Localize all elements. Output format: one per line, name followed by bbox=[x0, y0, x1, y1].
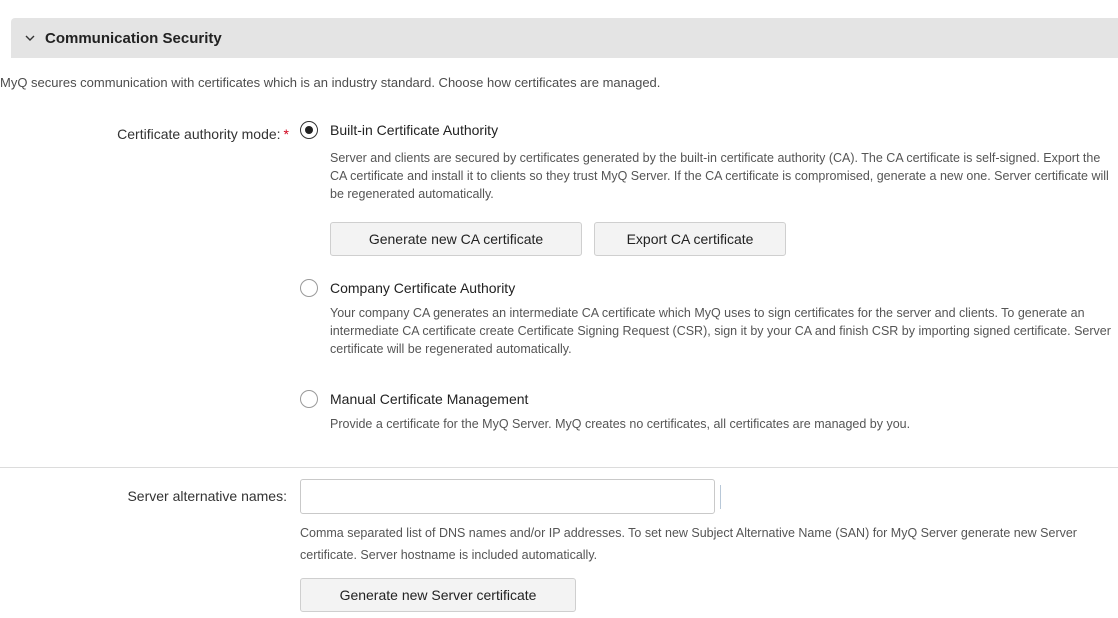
company-description: Your company CA generates an intermediat… bbox=[330, 306, 1111, 356]
section-title: Communication Security bbox=[45, 29, 222, 47]
radio-label-company: Company Certificate Authority bbox=[330, 280, 516, 296]
chevron-down-icon bbox=[25, 32, 37, 44]
radio-company[interactable] bbox=[300, 279, 318, 297]
radio-builtin[interactable] bbox=[300, 121, 318, 139]
radio-label-builtin: Built-in Certificate Authority bbox=[330, 122, 499, 138]
san-description: Comma separated list of DNS names and/or… bbox=[300, 526, 1077, 562]
radio-manual[interactable] bbox=[300, 390, 318, 408]
generate-server-certificate-button[interactable]: Generate new Server certificate bbox=[300, 578, 576, 612]
server-alternative-names-label: Server alternative names: bbox=[127, 488, 287, 504]
radio-label-manual: Manual Certificate Management bbox=[330, 391, 529, 407]
export-ca-certificate-button[interactable]: Export CA certificate bbox=[594, 222, 786, 256]
section-divider bbox=[0, 467, 1118, 468]
manual-description: Provide a certificate for the MyQ Server… bbox=[330, 417, 911, 431]
builtin-description: Server and clients are secured by certif… bbox=[330, 151, 1109, 201]
input-resize-edge bbox=[720, 485, 721, 509]
server-alternative-names-input[interactable] bbox=[300, 479, 715, 514]
radio-option-builtin[interactable]: Built-in Certificate Authority bbox=[300, 121, 498, 139]
generate-ca-certificate-button[interactable]: Generate new CA certificate bbox=[330, 222, 582, 256]
radio-option-company[interactable]: Company Certificate Authority bbox=[300, 279, 515, 297]
radio-option-manual[interactable]: Manual Certificate Management bbox=[300, 390, 528, 408]
section-header-communication-security[interactable]: Communication Security bbox=[11, 18, 1118, 58]
ca-mode-label: Certificate authority mode: * bbox=[117, 126, 289, 142]
section-intro-text: MyQ secures communication with certifica… bbox=[0, 75, 661, 90]
required-mark: * bbox=[283, 126, 289, 142]
ca-mode-label-text: Certificate authority mode: bbox=[117, 126, 281, 142]
